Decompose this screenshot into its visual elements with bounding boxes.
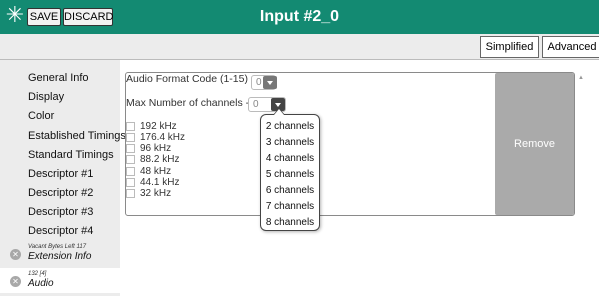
remove-x-icon[interactable]: ✕ <box>10 249 21 260</box>
max-channels-value: 0 <box>253 99 259 110</box>
checkbox[interactable] <box>126 178 135 187</box>
sidebar-item-descriptor-2[interactable]: Descriptor #2 <box>0 184 120 203</box>
dropdown-option[interactable]: 6 channels <box>261 183 319 199</box>
title-bar: ✳ Input #2_0 SAVE DISCARD <box>0 0 599 34</box>
scroll-up-icon[interactable]: ▲ <box>576 75 586 81</box>
sidebar-block-audio[interactable]: ✕ 132 [4] Audio <box>0 268 120 293</box>
dropdown-pointer-fill <box>274 109 284 115</box>
block-label: Extension Info <box>28 251 92 262</box>
audio-format-value: 0 <box>256 77 262 88</box>
sidebar: General Info Display Color Established T… <box>0 60 126 296</box>
chevron-down-icon[interactable] <box>263 76 277 89</box>
sample-rate-label: 48 kHz <box>140 166 172 177</box>
block-byte-info: 132 [4] <box>28 271 47 277</box>
block-label: Audio <box>28 278 54 289</box>
sample-rate-label: 32 kHz <box>140 188 172 199</box>
sample-rate-label: 176.4 kHz <box>140 132 186 143</box>
sidebar-item-standard-timings[interactable]: Standard Timings <box>0 146 120 165</box>
remove-x-icon[interactable]: ✕ <box>10 276 21 287</box>
dropdown-option[interactable]: 4 channels <box>261 151 319 167</box>
sample-rate-label: 192 kHz <box>140 121 177 132</box>
sidebar-item-descriptor-1[interactable]: Descriptor #1 <box>0 165 120 184</box>
sample-rate-label: 88.2 kHz <box>140 154 180 165</box>
checkbox[interactable] <box>126 155 135 164</box>
scrollbar[interactable]: ▲ <box>576 72 586 216</box>
channels-dropdown: 2 channels 3 channels 4 channels 5 chann… <box>260 114 320 231</box>
sample-rate-label: 96 kHz <box>140 143 172 154</box>
dropdown-option[interactable]: 2 channels <box>261 119 319 135</box>
sidebar-item-established-timings[interactable]: Established Timings <box>0 127 126 146</box>
dropdown-option[interactable]: 7 channels <box>261 199 319 215</box>
mode-tab-bar: Simplified Advanced <box>0 34 599 60</box>
discard-button[interactable]: DISCARD <box>63 8 114 26</box>
audio-format-label: Audio Format Code (1-15) <box>126 73 248 85</box>
checkbox[interactable] <box>126 167 135 176</box>
sample-rate-label: 44.1 kHz <box>140 177 180 188</box>
dropdown-option[interactable]: 5 channels <box>261 167 319 183</box>
save-button[interactable]: SAVE <box>27 8 61 26</box>
sidebar-item-descriptor-3[interactable]: Descriptor #3 <box>0 203 120 222</box>
max-channels-label: Max Number of channels - 1 <box>126 97 258 109</box>
sidebar-item-color[interactable]: Color <box>0 107 120 126</box>
tab-advanced[interactable]: Advanced <box>542 36 599 58</box>
tab-simplified[interactable]: Simplified <box>480 36 539 58</box>
block-byte-info: Vacant Bytes Left 117 <box>28 244 87 250</box>
checkbox[interactable] <box>126 189 135 198</box>
sidebar-item-descriptor-4[interactable]: Descriptor #4 <box>0 222 120 241</box>
remove-button[interactable]: Remove <box>495 73 574 215</box>
sidebar-block-extension-info[interactable]: ✕ Vacant Bytes Left 117 Extension Info <box>0 241 120 265</box>
dropdown-option[interactable]: 3 channels <box>261 135 319 151</box>
checkbox[interactable] <box>126 144 135 153</box>
checkbox[interactable] <box>126 133 135 142</box>
checkbox[interactable] <box>126 122 135 131</box>
dropdown-option[interactable]: 8 channels <box>261 215 319 231</box>
sidebar-item-display[interactable]: Display <box>0 88 120 107</box>
sidebar-item-general-info[interactable]: General Info <box>0 69 120 88</box>
